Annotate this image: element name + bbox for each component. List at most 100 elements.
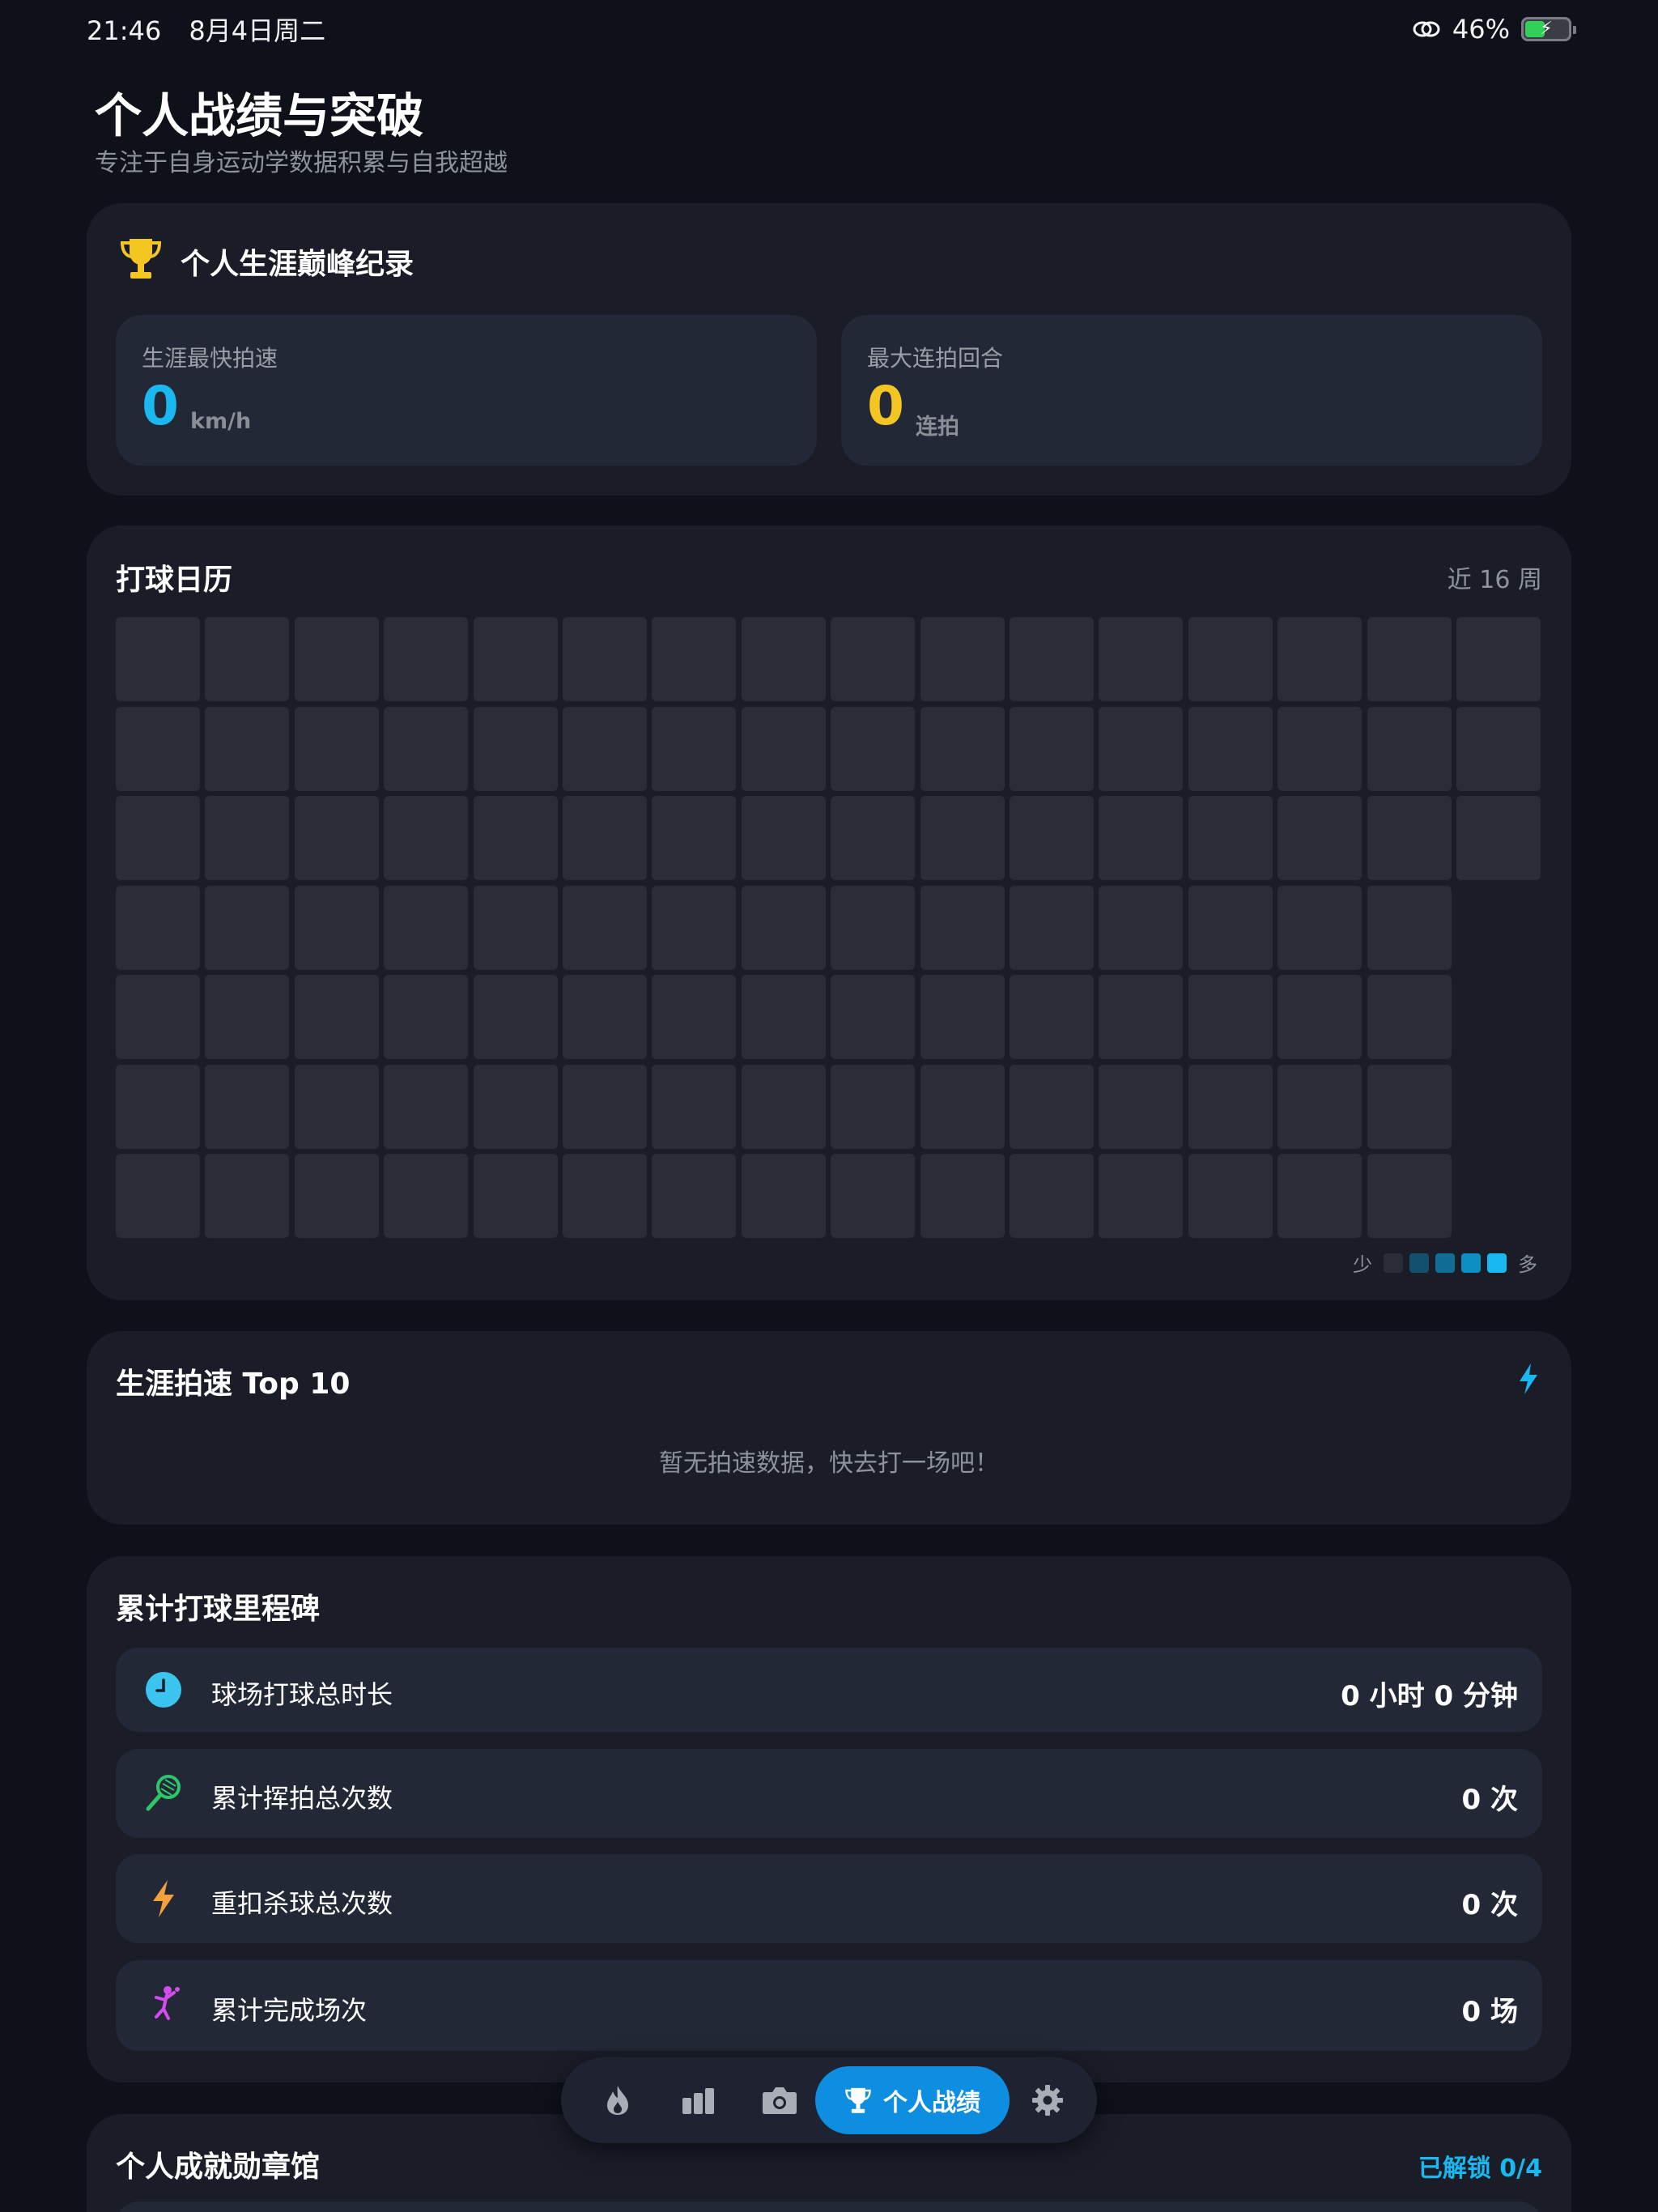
calendar-day-cell — [920, 1154, 1005, 1238]
milestones-card: 累计打球里程碑 球场打球总时长 0 小时 0 分钟 累计挥拍总次数 0 次 重扣… — [87, 1556, 1571, 2082]
calendar-day-cell — [1278, 886, 1362, 970]
calendar-day-cell — [384, 1154, 468, 1238]
calendar-day-cell — [295, 617, 379, 701]
flame-icon — [607, 2086, 628, 2115]
calendar-day-cell — [1099, 1065, 1183, 1149]
calendar-day-cell — [1278, 1154, 1362, 1238]
calendar-title: 打球日历 — [116, 564, 233, 597]
max-rally-label: 最大连拍回合 — [867, 345, 1004, 372]
camera-icon — [763, 2087, 797, 2114]
calendar-day-cell — [474, 796, 558, 880]
status-date: 8月4日周二 — [189, 15, 326, 46]
calendar-day-cell — [295, 796, 379, 880]
calendar-day-cell — [742, 707, 826, 791]
tab-live[interactable] — [577, 2057, 658, 2143]
calendar-day-cell — [1099, 707, 1183, 791]
calendar-day-cell — [116, 1065, 200, 1149]
calendar-day-cell — [116, 707, 200, 791]
calendar-day-cell — [1099, 886, 1183, 970]
calendar-day-cell — [1367, 617, 1452, 701]
calendar-day-cell — [831, 707, 915, 791]
calendar-day-cell — [652, 886, 736, 970]
calendar-day-cell — [474, 975, 558, 1059]
calendar-day-cell — [1010, 1154, 1094, 1238]
calendar-grid — [116, 617, 1542, 1240]
player-icon — [155, 1986, 180, 2020]
milestone-label: 重扣杀球总次数 — [211, 1888, 393, 1919]
calendar-day-cell — [474, 707, 558, 791]
milestone-row-matches: 累计完成场次 0 场 — [116, 1960, 1542, 2051]
calendar-day-cell — [116, 886, 200, 970]
calendar-day-cell — [742, 1065, 826, 1149]
link-icon — [1413, 21, 1440, 37]
calendar-day-cell — [742, 886, 826, 970]
calendar-day-cell — [1367, 1154, 1452, 1238]
legend-less-label: 少 — [1353, 1253, 1372, 1276]
bar-chart-icon — [682, 2088, 714, 2114]
calendar-day-cell — [1278, 796, 1362, 880]
calendar-day-cell — [652, 975, 736, 1059]
calendar-day-cell — [474, 1154, 558, 1238]
calendar-day-cell — [205, 1065, 289, 1149]
calendar-day-cell — [384, 1065, 468, 1149]
status-time: 21:46 — [87, 15, 162, 46]
calendar-day-cell — [295, 707, 379, 791]
calendar-day-cell — [1010, 796, 1094, 880]
calendar-day-cell — [1010, 886, 1094, 970]
calendar-day-cell — [384, 707, 468, 791]
calendar-day-cell — [563, 886, 647, 970]
calendar-day-cell — [384, 796, 468, 880]
play-calendar-card: 打球日历 近 16 周 少 多 — [87, 525, 1571, 1300]
tab-stats[interactable] — [658, 2057, 739, 2143]
badges-list — [116, 2201, 1542, 2212]
calendar-day-cell — [1456, 707, 1541, 791]
calendar-day-cell — [295, 975, 379, 1059]
calendar-day-cell — [1099, 796, 1183, 880]
calendar-day-cell — [920, 886, 1005, 970]
calendar-day-cell — [1456, 796, 1541, 880]
milestone-value: 0 场 — [1461, 1996, 1519, 2028]
calendar-day-cell — [920, 796, 1005, 880]
calendar-day-cell — [1188, 1065, 1273, 1149]
calendar-day-cell — [920, 975, 1005, 1059]
calendar-day-cell — [652, 617, 736, 701]
calendar-day-cell — [1367, 796, 1452, 880]
status-right: 46% ⚡ — [1412, 14, 1576, 45]
calendar-day-cell — [295, 1065, 379, 1149]
tab-personal-record[interactable]: 个人战绩 — [815, 2066, 1010, 2134]
tab-camera[interactable] — [739, 2057, 820, 2143]
fastest-speed-label: 生涯最快拍速 — [142, 345, 278, 372]
peak-records-card: 个人生涯巅峰纪录 生涯最快拍速 0 km/h 最大连拍回合 0 连拍 — [87, 203, 1571, 496]
calendar-day-cell — [563, 796, 647, 880]
lightning-icon — [153, 1880, 174, 1917]
fastest-speed-stat: 生涯最快拍速 0 km/h — [116, 315, 817, 466]
calendar-day-cell — [652, 1154, 736, 1238]
tab-settings[interactable] — [1014, 2057, 1081, 2143]
calendar-day-cell — [1099, 975, 1183, 1059]
status-left: 21:46 8月4日周二 — [87, 11, 325, 48]
max-rally-stat: 最大连拍回合 0 连拍 — [841, 315, 1542, 466]
milestone-row-total-time: 球场打球总时长 0 小时 0 分钟 — [116, 1648, 1542, 1732]
calendar-day-cell — [1099, 1154, 1183, 1238]
milestone-row-smashes: 重扣杀球总次数 0 次 — [116, 1854, 1542, 1943]
badges-title: 个人成就勋章馆 — [116, 2150, 321, 2184]
calendar-day-cell — [563, 707, 647, 791]
calendar-day-cell — [1010, 707, 1094, 791]
calendar-day-cell — [474, 886, 558, 970]
trophy-icon — [120, 239, 162, 279]
lightning-icon — [1520, 1363, 1537, 1394]
calendar-day-cell — [831, 886, 915, 970]
calendar-day-cell — [742, 617, 826, 701]
calendar-day-cell — [1010, 1065, 1094, 1149]
legend-swatch-0 — [1384, 1253, 1403, 1273]
calendar-day-cell — [1188, 975, 1273, 1059]
calendar-day-cell — [831, 1154, 915, 1238]
fastest-speed-value: 0 — [142, 375, 179, 437]
legend-more-label: 多 — [1518, 1253, 1537, 1276]
calendar-day-cell — [1278, 975, 1362, 1059]
page-title: 个人战绩与突破 — [95, 88, 424, 143]
calendar-day-cell — [831, 1065, 915, 1149]
calendar-day-cell — [205, 796, 289, 880]
racket-icon — [146, 1775, 181, 1811]
charging-icon: ⚡ — [1540, 19, 1553, 39]
